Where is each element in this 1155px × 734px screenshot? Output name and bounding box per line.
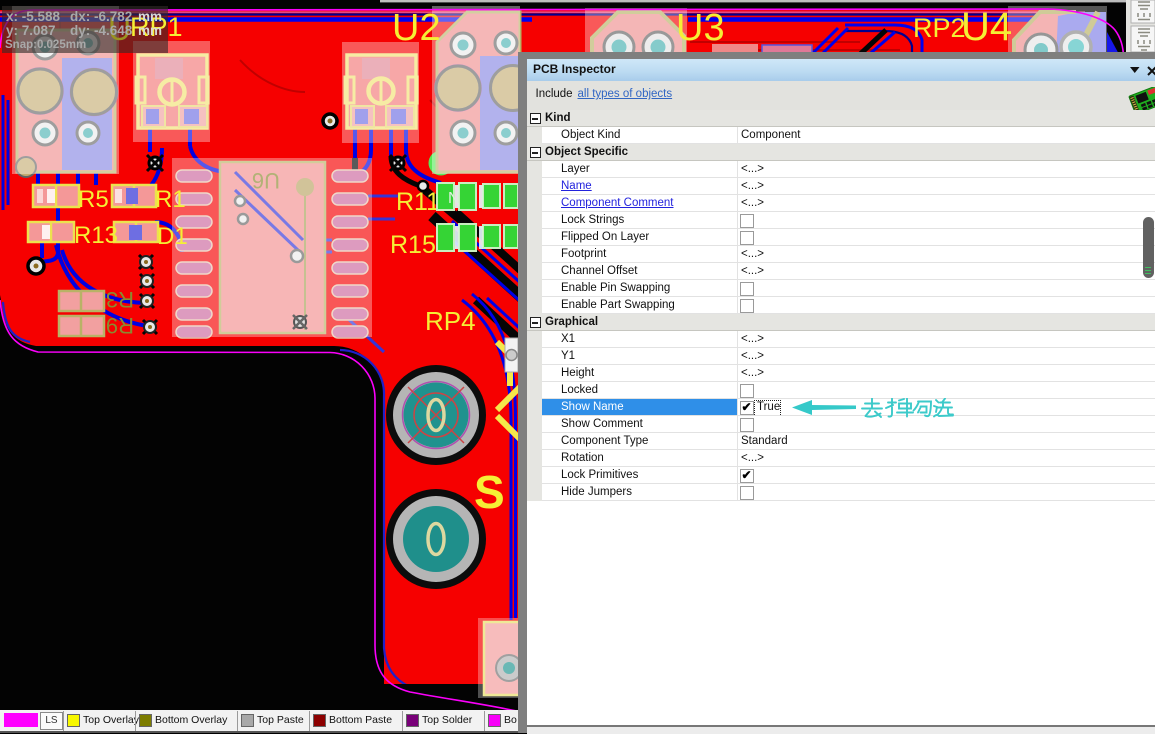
svg-text:R9: R9 <box>106 313 134 338</box>
svg-text:RP4: RP4 <box>425 306 476 336</box>
svg-text:N: N <box>448 190 460 207</box>
svg-text:U4: U4 <box>961 5 1012 49</box>
svg-text:Snap:0.025mm: Snap:0.025mm <box>5 39 86 51</box>
svg-text:R15: R15 <box>390 231 436 259</box>
svg-text:U3: U3 <box>676 7 725 49</box>
svg-text:S: S <box>474 466 505 518</box>
svg-text:R3: R3 <box>106 287 134 312</box>
svg-text:R1: R1 <box>155 186 186 213</box>
svg-text:x: -5.588: x: -5.588 <box>6 9 61 24</box>
svg-text:y: 7.087: y: 7.087 <box>6 23 56 38</box>
svg-text:dy: -4.648: dy: -4.648 <box>70 23 133 38</box>
svg-text:R11: R11 <box>396 188 440 216</box>
svg-text:U2: U2 <box>392 7 441 49</box>
svg-text:R5: R5 <box>78 186 109 213</box>
svg-text:D1: D1 <box>157 223 188 250</box>
svg-text:mm: mm <box>138 9 162 24</box>
svg-text:RP2: RP2 <box>913 13 966 43</box>
svg-text:mm: mm <box>138 23 162 38</box>
svg-text:R13: R13 <box>74 222 118 249</box>
svg-text:dx: -6.782: dx: -6.782 <box>70 9 132 24</box>
